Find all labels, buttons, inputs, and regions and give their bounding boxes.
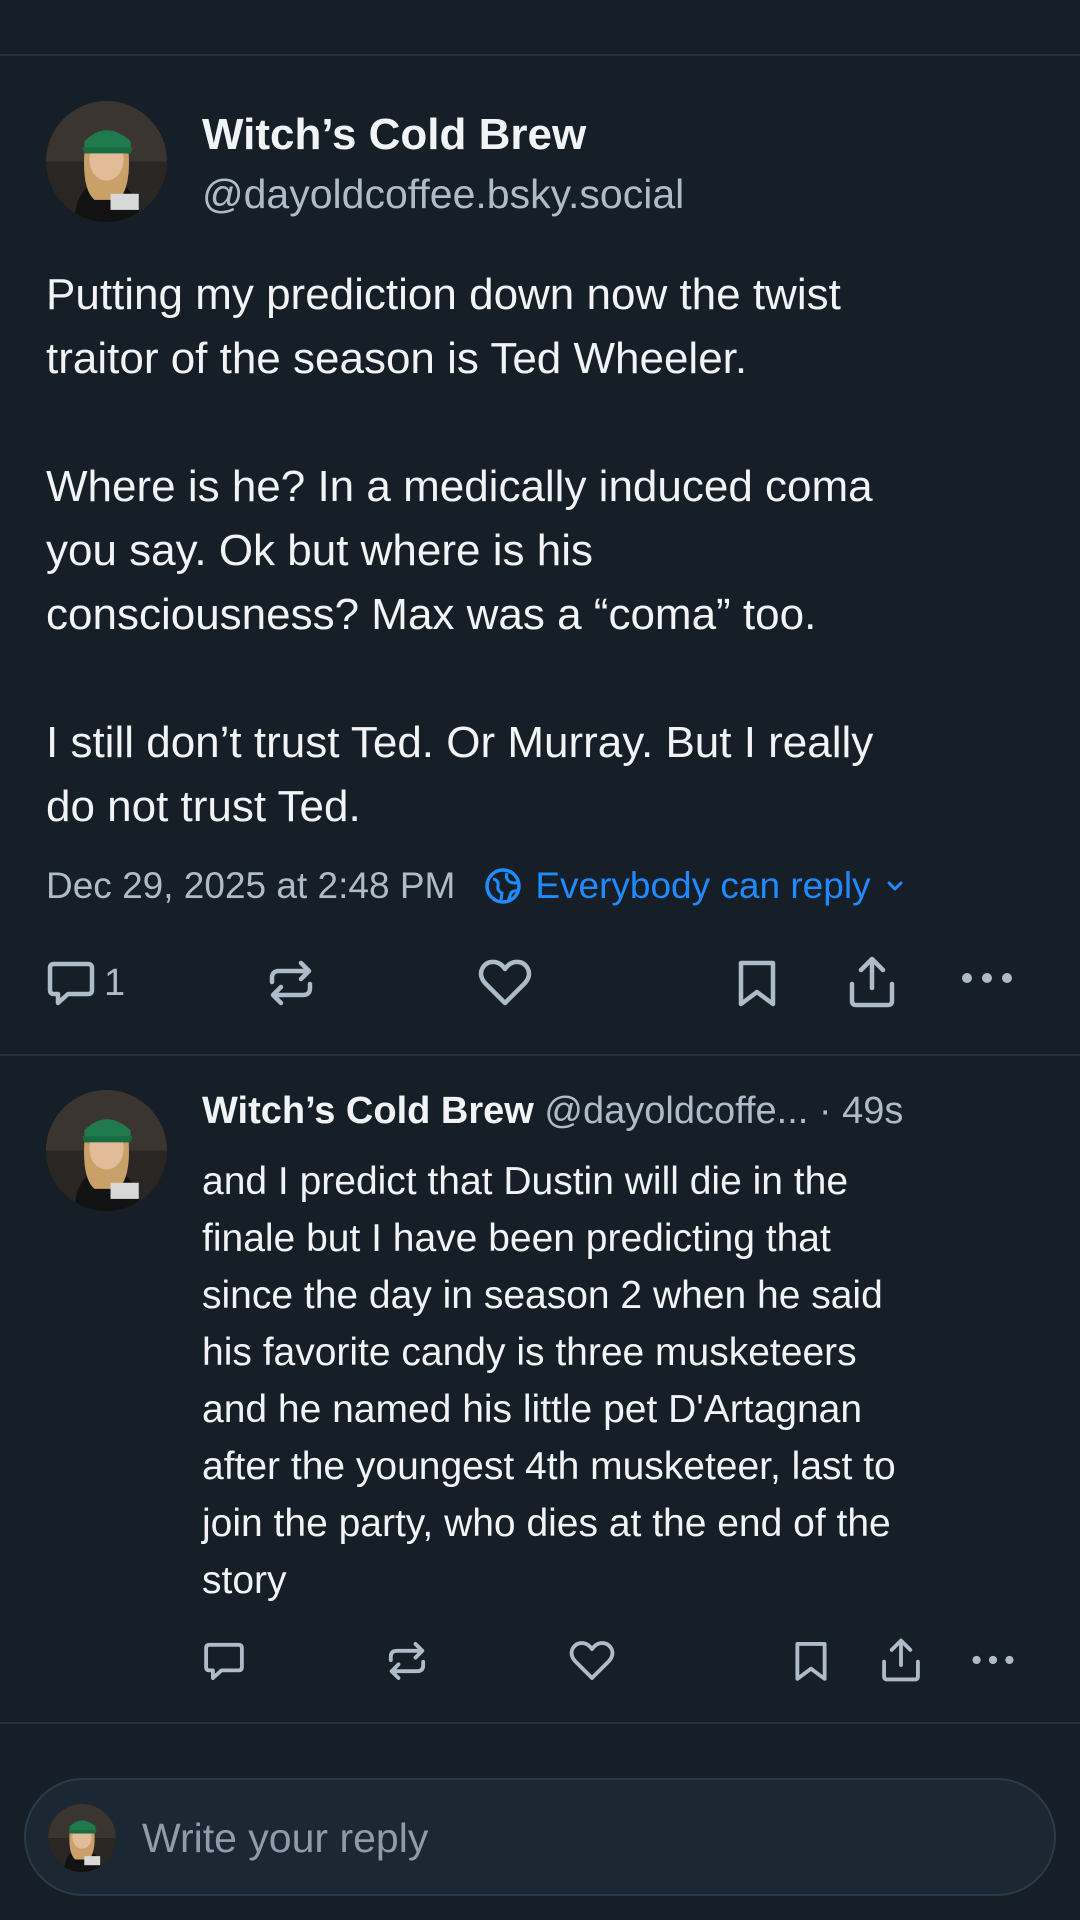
post-paragraph: Putting my prediction down now the twist… — [46, 263, 1036, 391]
reply-text-line: finale but I have been predicting that — [202, 1217, 831, 1260]
reply-setting-button[interactable]: Everybody can reply — [483, 865, 918, 907]
reply-text: and I predict that Dustin will die in th… — [202, 1153, 1042, 1609]
reply-age[interactable]: 49s — [842, 1090, 903, 1132]
reply-text-line: story — [202, 1559, 287, 1602]
post-paragraph: Where is he? In a medically induced coma… — [46, 455, 1036, 647]
bookmark-button[interactable] — [734, 956, 780, 1010]
globe-icon — [485, 868, 522, 904]
reply-input-placeholder[interactable]: Write your reply — [142, 1815, 428, 1862]
share-icon — [882, 1638, 920, 1682]
reply-text-line: and he named his little pet D'Artagnan — [202, 1388, 863, 1431]
chevron-down-icon — [887, 881, 903, 891]
comment-icon — [47, 961, 95, 1006]
more-options-button[interactable] — [959, 965, 1015, 991]
repost-icon — [388, 1642, 426, 1680]
post-text-line: traitor of the season is Ted Wheeler. — [46, 334, 748, 383]
more-icon — [962, 973, 1012, 983]
reply-text-line: his favorite candy is three musketeers — [202, 1331, 857, 1374]
reply-reply-button[interactable] — [201, 1638, 247, 1684]
reply-setting-label: Everybody can reply — [535, 865, 871, 906]
like-icon — [569, 1641, 615, 1680]
time-separator: · — [808, 1090, 843, 1132]
post-text-line: consciousness? Max was a “coma” too. — [46, 590, 817, 639]
repost-button[interactable] — [264, 956, 318, 1010]
like-button[interactable] — [477, 956, 533, 1010]
post-text: Putting my prediction down now the twist… — [46, 263, 1036, 839]
reply-bookmark-button[interactable] — [791, 1638, 831, 1684]
reply-composer[interactable]: Write your reply — [24, 1778, 1056, 1896]
post-meta: Dec 29, 2025 at 2:48 PM Everybody can re… — [46, 860, 919, 912]
post-text-line: do not trust Ted. — [46, 782, 361, 831]
reply-text-line: after the youngest 4th musketeer, last t… — [202, 1445, 896, 1488]
composer-avatar — [48, 1804, 116, 1872]
reply-button[interactable]: 1 — [44, 956, 125, 1010]
post-text-line: you say. Ok but where is his — [46, 526, 593, 575]
bookmark-icon — [795, 1642, 827, 1681]
reply-count: 1 — [104, 961, 126, 1004]
share-icon — [849, 956, 895, 1008]
post-text-line: Putting my prediction down now the twist — [46, 270, 841, 319]
reply-author-avatar[interactable] — [46, 1090, 167, 1211]
divider — [0, 1722, 1080, 1724]
avatar-image — [48, 1804, 116, 1872]
reply-author-name[interactable]: Witch’s Cold Brew — [202, 1090, 534, 1132]
like-icon — [478, 959, 532, 1006]
reply-like-button[interactable] — [568, 1638, 616, 1684]
reply-text-line: since the day in season 2 when he said — [202, 1274, 883, 1317]
post-timestamp[interactable]: Dec 29, 2025 at 2:48 PM — [46, 865, 455, 907]
reply-more-options-button[interactable] — [970, 1649, 1016, 1671]
post-paragraph: I still don’t trust Ted. Or Murray. But … — [46, 711, 1036, 839]
post-text-line: Where is he? In a medically induced coma — [46, 462, 873, 511]
reply-text-line: join the party, who dies at the end of t… — [202, 1502, 891, 1545]
more-icon — [972, 1655, 1014, 1665]
divider — [0, 1054, 1080, 1056]
reply-repost-button[interactable] — [384, 1638, 430, 1684]
bookmark-icon — [738, 960, 776, 1007]
reply-header: Witch’s Cold Brew @dayoldcoffe... · 49s — [202, 1090, 903, 1133]
comment-icon — [204, 1642, 244, 1680]
reply-share-button[interactable] — [879, 1636, 923, 1684]
avatar-image — [46, 101, 167, 222]
author-name[interactable]: Witch’s Cold Brew — [202, 110, 586, 160]
author-handle[interactable]: @dayoldcoffee.bsky.social — [202, 171, 684, 218]
post-text-line: I still don’t trust Ted. Or Murray. But … — [46, 718, 874, 767]
reply-author-handle[interactable]: @dayoldcoffe... — [544, 1090, 808, 1132]
author-avatar[interactable] — [46, 101, 167, 222]
avatar-image — [46, 1090, 167, 1211]
repost-icon — [269, 960, 313, 1006]
share-button[interactable] — [846, 954, 898, 1010]
reply-text-line: and I predict that Dustin will die in th… — [202, 1160, 849, 1203]
top-bar-edge — [0, 0, 1080, 56]
